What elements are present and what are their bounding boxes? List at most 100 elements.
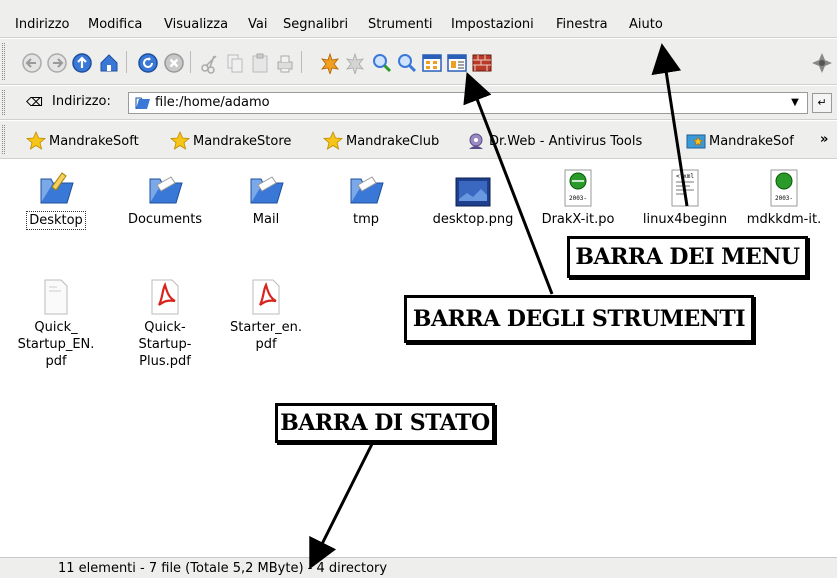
stop-icon[interactable] bbox=[162, 51, 186, 75]
file-label: Documents bbox=[127, 212, 203, 227]
folder-star-icon bbox=[686, 131, 706, 151]
toolbar bbox=[0, 39, 837, 85]
close-window-icon[interactable] bbox=[343, 51, 367, 75]
file-item-quick-startup-en[interactable]: Quick_ Startup_EN. pdf bbox=[8, 275, 104, 370]
folder-icon bbox=[135, 97, 150, 109]
status-text: 11 elementi - 7 file (Totale 5,2 MByte) … bbox=[58, 561, 388, 576]
folder-icon bbox=[246, 167, 286, 207]
image-thumbnail-icon bbox=[453, 167, 493, 207]
home-icon[interactable] bbox=[97, 51, 121, 75]
folder-icon bbox=[145, 167, 185, 207]
file-item-drakx-po[interactable]: 2003- DrakX-it.po bbox=[530, 167, 626, 228]
bookmark-label: MandrakeSoft bbox=[49, 133, 139, 149]
thumbnail-text: <?xml bbox=[676, 173, 694, 180]
menu-bar-callout: BARRA DEI MENU bbox=[567, 236, 808, 278]
toolbar-separator bbox=[190, 51, 191, 73]
toolbar-grip[interactable] bbox=[2, 43, 5, 80]
bookmarks-bar: MandrakeSoft MandrakeStore MandrakeClub … bbox=[0, 121, 837, 159]
print-icon[interactable] bbox=[273, 51, 297, 75]
file-item-quick-startup-plus[interactable]: Quick- Startup- Plus.pdf bbox=[117, 275, 213, 370]
back-icon[interactable] bbox=[20, 51, 44, 75]
menu-finestra[interactable]: Finestra bbox=[556, 17, 608, 32]
file-item-mail[interactable]: Mail bbox=[218, 167, 314, 228]
thumbnail-text: 2003- bbox=[569, 195, 587, 202]
star-icon bbox=[323, 131, 343, 151]
throbber-icon bbox=[810, 51, 834, 75]
file-item-linux4beginn[interactable]: <?xml linux4beginn bbox=[637, 167, 733, 228]
go-button[interactable]: ↵ bbox=[812, 93, 832, 113]
menu-aiuto[interactable]: Aiuto bbox=[629, 17, 663, 32]
po-file-icon: 2003- bbox=[764, 167, 804, 207]
bookmark-mandrakesoft-2[interactable]: MandrakeSof bbox=[686, 130, 794, 152]
bookmark-label: MandrakeSof bbox=[709, 133, 794, 149]
bookmark-mandrakeclub[interactable]: MandrakeClub bbox=[323, 130, 439, 152]
file-label: desktop.png bbox=[432, 212, 514, 227]
icon-view-icon[interactable] bbox=[420, 51, 444, 75]
paste-icon[interactable] bbox=[248, 51, 272, 75]
bookmarks-more-button[interactable]: » bbox=[820, 132, 828, 147]
forward-icon[interactable] bbox=[45, 51, 69, 75]
file-item-mdkkdm-it[interactable]: 2003- mdkkdm-it. bbox=[736, 167, 832, 228]
location-value: file:/home/adamo bbox=[155, 95, 270, 110]
menu-visualizza[interactable]: Visualizza bbox=[164, 17, 228, 32]
menu-segnalibri[interactable]: Segnalibri bbox=[283, 17, 348, 32]
reload-icon[interactable] bbox=[136, 51, 160, 75]
firewall-icon[interactable] bbox=[470, 51, 494, 75]
po-file-icon: 2003- bbox=[558, 167, 598, 207]
file-label: Mail bbox=[252, 212, 280, 227]
location-label: Indirizzo: bbox=[52, 94, 111, 109]
zoom-in-icon[interactable] bbox=[370, 51, 394, 75]
pdf-file-icon bbox=[246, 275, 286, 315]
menu-strumenti[interactable]: Strumenti bbox=[368, 17, 433, 32]
menu-bar: Indirizzo Modifica Visualizza Vai Segnal… bbox=[0, 0, 837, 38]
file-label: mdkkdm-it. bbox=[746, 212, 822, 227]
bookmark-label: MandrakeStore bbox=[193, 133, 292, 149]
toolbar-separator bbox=[301, 51, 302, 73]
star-icon bbox=[26, 131, 46, 151]
menu-indirizzo[interactable]: Indirizzo bbox=[15, 17, 70, 32]
file-item-documents[interactable]: Documents bbox=[117, 167, 213, 228]
file-label: tmp bbox=[352, 212, 379, 227]
menu-vai[interactable]: Vai bbox=[248, 17, 267, 32]
file-label: DrakX-it.po bbox=[541, 212, 615, 227]
file-label: Quick_ Startup_EN. pdf bbox=[17, 320, 95, 369]
cut-icon[interactable] bbox=[198, 51, 222, 75]
detail-view-icon[interactable] bbox=[445, 51, 469, 75]
file-label: Quick- Startup- Plus.pdf bbox=[138, 320, 192, 369]
file-label: Desktop bbox=[26, 211, 86, 230]
location-grip[interactable] bbox=[2, 90, 5, 115]
file-label: linux4beginn bbox=[642, 212, 728, 227]
bookmarks-grip[interactable] bbox=[2, 125, 5, 154]
file-view[interactable]: Desktop Documents Mail tmp desktop.png 2… bbox=[0, 159, 837, 557]
pdf-file-icon bbox=[145, 275, 185, 315]
spider-icon bbox=[466, 131, 486, 151]
zoom-out-icon[interactable] bbox=[395, 51, 419, 75]
bookmark-label: Dr.Web - Antivirus Tools bbox=[489, 133, 643, 149]
menu-modifica[interactable]: Modifica bbox=[88, 17, 142, 32]
clear-location-button[interactable]: ⌫ bbox=[26, 95, 43, 109]
bookmark-drweb[interactable]: Dr.Web - Antivirus Tools bbox=[466, 130, 642, 152]
copy-icon[interactable] bbox=[223, 51, 247, 75]
toolbar-separator bbox=[126, 51, 127, 73]
star-icon bbox=[170, 131, 190, 151]
bookmark-label: MandrakeClub bbox=[346, 133, 440, 149]
menu-impostazioni[interactable]: Impostazioni bbox=[451, 17, 534, 32]
folder-icon bbox=[346, 167, 386, 207]
up-icon[interactable] bbox=[70, 51, 94, 75]
file-item-starter-en[interactable]: Starter_en. pdf bbox=[218, 275, 314, 353]
new-window-icon[interactable] bbox=[318, 51, 342, 75]
status-bar: 11 elementi - 7 file (Totale 5,2 MByte) … bbox=[0, 557, 837, 578]
file-item-desktop[interactable]: Desktop bbox=[8, 167, 104, 230]
location-dropdown-icon[interactable]: ▼ bbox=[787, 95, 803, 111]
bookmark-mandrakestore[interactable]: MandrakeStore bbox=[170, 130, 291, 152]
status-bar-callout: BARRA DI STATO bbox=[275, 403, 495, 443]
file-item-desktop-png[interactable]: desktop.png bbox=[425, 167, 521, 228]
thumbnail-text: 2003- bbox=[775, 195, 793, 202]
text-file-icon bbox=[36, 275, 76, 315]
xml-file-icon: <?xml bbox=[665, 167, 705, 207]
file-item-tmp[interactable]: tmp bbox=[318, 167, 414, 228]
desktop-folder-icon bbox=[36, 167, 76, 207]
file-label: Starter_en. pdf bbox=[230, 320, 302, 352]
location-input[interactable]: file:/home/adamo ▼ bbox=[128, 92, 808, 114]
bookmark-mandrakesoft[interactable]: MandrakeSoft bbox=[26, 130, 139, 152]
